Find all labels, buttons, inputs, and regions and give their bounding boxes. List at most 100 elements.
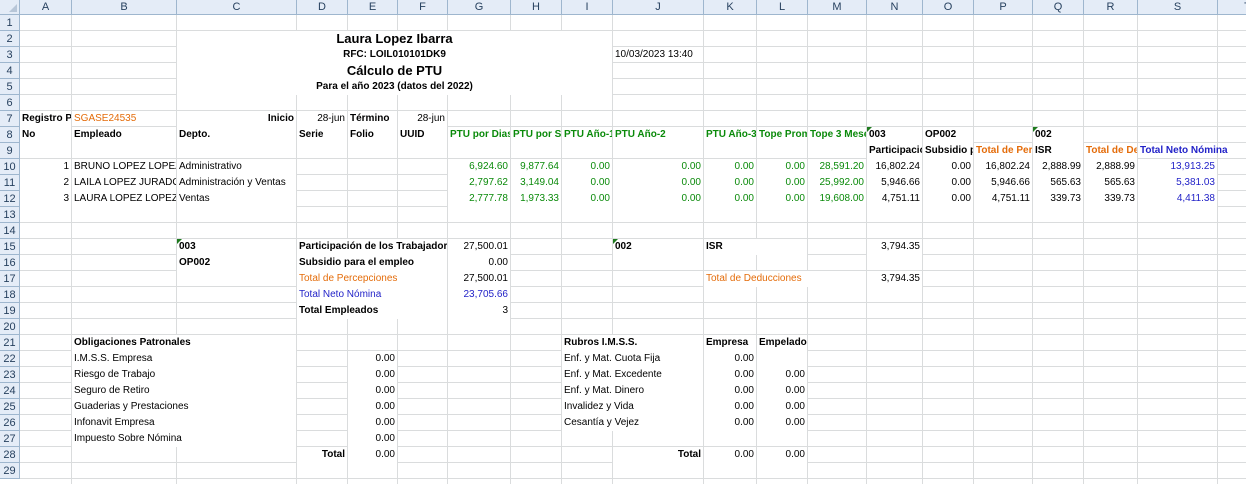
total-neto-value[interactable]: 5,381.03 — [1138, 175, 1217, 191]
participacion-value[interactable]: 5,946.66 — [867, 175, 922, 191]
tope-prom-value[interactable]: 0.00 — [757, 159, 807, 175]
ptu-ano1-value[interactable]: 0.00 — [562, 159, 612, 175]
total-ded-value[interactable]: 339.73 — [1084, 191, 1137, 207]
column-header[interactable]: L — [757, 0, 808, 15]
column-header[interactable]: Q — [1033, 0, 1084, 15]
summary-total-empleados-value[interactable]: 3 — [448, 303, 510, 319]
column-header[interactable]: J — [613, 0, 704, 15]
imss-empleado-header[interactable]: Empelado — [757, 335, 807, 351]
total-perc-value[interactable]: 16,802.24 — [974, 159, 1032, 175]
timestamp[interactable]: 10/03/2023 13:40 — [613, 47, 695, 63]
column-header[interactable]: N — [867, 0, 923, 15]
row-header[interactable]: 20 — [0, 319, 20, 335]
summary-code-003[interactable]: 003 — [177, 239, 296, 255]
column-label[interactable]: 003 — [867, 127, 922, 143]
summary-isr-label[interactable]: ISR — [704, 239, 807, 255]
obligacion-value[interactable]: 0.00 — [348, 415, 397, 431]
imss-empresa-value[interactable]: 0.00 — [704, 367, 756, 383]
column-header[interactable]: P — [974, 0, 1033, 15]
column-header[interactable]: M — [808, 0, 867, 15]
obligacion-value[interactable]: 0.00 — [348, 351, 397, 367]
ptu-dias-value[interactable]: 2,777.78 — [448, 191, 510, 207]
column-header[interactable]: B — [72, 0, 177, 15]
row-header[interactable]: 11 — [0, 175, 20, 191]
row-header[interactable]: 10 — [0, 159, 20, 175]
column-header[interactable]: D — [297, 0, 348, 15]
column-header[interactable]: F — [398, 0, 448, 15]
subsidio-value[interactable]: 0.00 — [923, 175, 973, 191]
row-header[interactable]: 12 — [0, 191, 20, 207]
summary-subsidio-label[interactable]: Subsidio para el empleo — [297, 255, 447, 271]
row-header[interactable]: 26 — [0, 415, 20, 431]
imss-title[interactable]: Rubros I.M.S.S. — [562, 335, 703, 351]
column-label[interactable]: Folio — [348, 127, 397, 143]
column-label[interactable]: Empleado — [72, 127, 176, 143]
column-header[interactable]: R — [1084, 0, 1138, 15]
imss-empleado-value[interactable]: 0.00 — [757, 399, 807, 415]
obligacion-label[interactable]: Impuesto Sobre Nómina — [72, 431, 296, 447]
total-perc-value[interactable]: 5,946.66 — [974, 175, 1032, 191]
row-header[interactable]: 14 — [0, 223, 20, 239]
imss-empleado-value[interactable]: 0.00 — [757, 415, 807, 431]
row-header[interactable]: 21 — [0, 335, 20, 351]
employer-name[interactable]: Laura Lopez Ibarra — [177, 31, 612, 47]
row-header[interactable]: 23 — [0, 367, 20, 383]
row-header[interactable]: 24 — [0, 383, 20, 399]
ptu-ano2-value[interactable]: 0.00 — [613, 159, 703, 175]
column-header[interactable]: C — [177, 0, 297, 15]
registro-label[interactable]: Registro Pa — [20, 111, 71, 127]
column-label[interactable]: PTU Año-2 — [613, 127, 703, 143]
column-header[interactable]: I — [562, 0, 613, 15]
obligacion-label[interactable]: Infonavit Empresa — [72, 415, 296, 431]
ptu-salario-value[interactable]: 1,973.33 — [511, 191, 561, 207]
obligacion-label[interactable]: Riesgo de Trabajo — [72, 367, 296, 383]
summary-participacion-value[interactable]: 27,500.01 — [448, 239, 510, 255]
row-header[interactable]: 16 — [0, 255, 20, 271]
summary-total-perc-label[interactable]: Total de Percepciones — [297, 271, 447, 287]
obligacion-label[interactable]: Seguro de Retiro — [72, 383, 296, 399]
participacion-header[interactable]: Participación — [867, 143, 922, 159]
termino-value[interactable]: 28-jun — [398, 111, 447, 127]
obligaciones-title[interactable]: Obligaciones Patronales — [72, 335, 296, 351]
row-header[interactable]: 25 — [0, 399, 20, 415]
column-label[interactable]: 002 — [1033, 127, 1083, 143]
imss-rubro-label[interactable]: Enf. y Mat. Dinero — [562, 383, 703, 399]
total-ded-value[interactable]: 2,888.99 — [1084, 159, 1137, 175]
column-label[interactable]: Depto. — [177, 127, 296, 143]
imss-total-label[interactable]: Total — [613, 447, 703, 463]
employee-dept[interactable]: Administración y Ventas — [177, 175, 296, 191]
inicio-label[interactable]: Inicio — [177, 111, 296, 127]
termino-label[interactable]: Término — [348, 111, 397, 127]
column-label[interactable]: Tope Prom — [757, 127, 807, 143]
isr-value[interactable]: 2,888.99 — [1033, 159, 1083, 175]
summary-code-002[interactable]: 002 — [613, 239, 703, 255]
spreadsheet[interactable]: ABCDEFGHIJKLMNOPQRST12345678910111213141… — [0, 0, 1246, 484]
ptu-ano3-value[interactable]: 0.00 — [704, 191, 756, 207]
ptu-ano2-value[interactable]: 0.00 — [613, 191, 703, 207]
ptu-ano1-value[interactable]: 0.00 — [562, 191, 612, 207]
column-header[interactable]: E — [348, 0, 398, 15]
total-percepciones-header[interactable]: Total de Perc — [974, 143, 1032, 159]
imss-rubro-label[interactable]: Cesantía y Vejez — [562, 415, 703, 431]
row-header[interactable]: 22 — [0, 351, 20, 367]
ptu-ano1-value[interactable]: 0.00 — [562, 175, 612, 191]
imss-rubro-label[interactable]: Invalidez y Vida — [562, 399, 703, 415]
total-deducciones-header[interactable]: Total de De — [1084, 143, 1137, 159]
total-neto-value[interactable]: 13,913.25 — [1138, 159, 1217, 175]
summary-subsidio-value[interactable]: 0.00 — [448, 255, 510, 271]
tope3-value[interactable]: 19,608.00 — [808, 191, 866, 207]
row-header[interactable]: 19 — [0, 303, 20, 319]
imss-rubro-label[interactable]: Enf. y Mat. Excedente — [562, 367, 703, 383]
total-neto-value[interactable]: 4,411.38 — [1138, 191, 1217, 207]
row-header[interactable]: 1 — [0, 15, 20, 31]
row-header[interactable]: 18 — [0, 287, 20, 303]
row-header[interactable]: 7 — [0, 111, 20, 127]
isr-value[interactable]: 565.63 — [1033, 175, 1083, 191]
row-header[interactable]: 9 — [0, 143, 20, 159]
column-label[interactable]: UUID — [398, 127, 447, 143]
page-title[interactable]: Cálculo de PTU — [177, 63, 612, 79]
employee-name[interactable]: BRUNO LOPEZ LOPEZ — [72, 159, 176, 175]
summary-isr-value[interactable]: 3,794.35 — [867, 239, 922, 255]
registro-value[interactable]: SGASE24535 — [72, 111, 138, 127]
ptu-dias-value[interactable]: 2,797.62 — [448, 175, 510, 191]
